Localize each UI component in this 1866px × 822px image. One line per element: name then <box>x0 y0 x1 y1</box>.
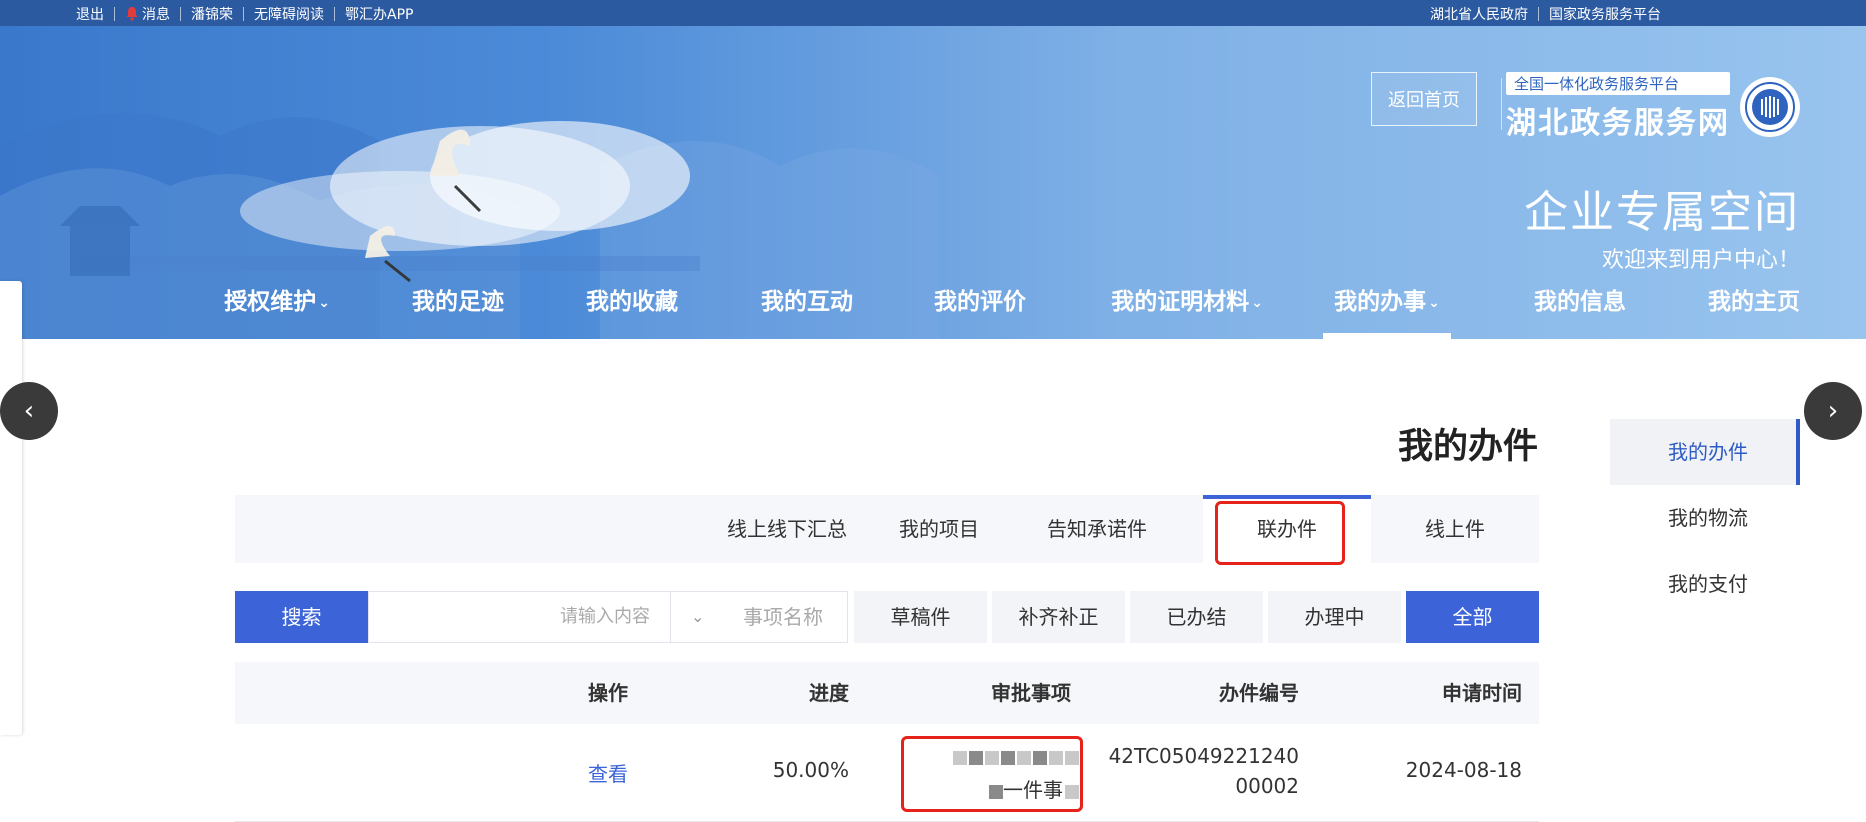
national-platform-link[interactable]: 国家政务服务平台 <box>1539 4 1671 24</box>
col-action: 操作 <box>588 681 628 705</box>
nav-label: 授权维护 <box>224 289 317 315</box>
content-title: 我的办件 <box>1397 427 1538 467</box>
nav-my-reviews[interactable]: 我的评价 <box>934 278 1026 339</box>
filter-processing[interactable]: 办理中 <box>1268 591 1401 643</box>
sidebar-menu: 我的办件 我的物流 我的支付 <box>1610 419 1800 617</box>
table-header: 申请时间 办件编号 审批事项 进度 操作 <box>235 662 1539 724</box>
highlight-box <box>901 736 1083 812</box>
nav-active-indicator <box>1323 333 1451 339</box>
chevron-left-icon: ‹ <box>23 396 35 426</box>
page-heading: 企业专属空间 <box>1524 187 1800 238</box>
sidebar-item-my-payments[interactable]: 我的支付 <box>1610 551 1800 617</box>
col-code: 办件编号 <box>1219 681 1299 705</box>
search-input[interactable]: 请输入内容 <box>368 591 671 643</box>
chevron-down-icon: ⌄ <box>1251 295 1263 311</box>
chevron-down-icon: ⌄ <box>318 295 330 311</box>
tab-online[interactable]: 线上件 <box>1371 495 1539 563</box>
nav-my-interactions[interactable]: 我的互动 <box>761 278 853 339</box>
carousel-next-button[interactable]: › <box>1804 382 1862 440</box>
nav-my-footprints[interactable]: 我的足迹 <box>412 278 504 339</box>
back-home-button[interactable]: 返回首页 <box>1371 72 1477 126</box>
top-utility-bar: 国家政务服务平台 湖北省人民政府 鄂汇办APP 无障碍阅读 潘锦荣 消息 退出 <box>0 0 1866 26</box>
status-filters: 全部 办理中 已办结 补齐补正 草稿件 事项名称 ⌄ 请输入内容 搜索 <box>235 591 1539 643</box>
tab-summary[interactable]: 线上线下汇总 <box>703 495 871 563</box>
filter-supplement[interactable]: 补齐补正 <box>992 591 1125 643</box>
cell-code-line1: 42TC05049221240 <box>1108 744 1299 768</box>
carousel-prev-button[interactable]: ‹ <box>0 382 58 440</box>
app-link[interactable]: 鄂汇办APP <box>335 4 423 24</box>
col-date: 申请时间 <box>1442 681 1522 705</box>
col-item: 审批事项 <box>991 681 1071 705</box>
logo-emblem-icon <box>1740 77 1800 137</box>
filter-drafts[interactable]: 草稿件 <box>854 591 987 643</box>
header-divider <box>1501 78 1502 130</box>
logout-link[interactable]: 退出 <box>66 4 114 24</box>
username-link[interactable]: 潘锦荣 <box>181 4 243 24</box>
cell-date: 2024-08-18 <box>1405 758 1522 782</box>
highlight-box <box>1215 501 1345 565</box>
chevron-down-icon: ⌄ <box>1428 295 1440 311</box>
main-nav: 我的主页 我的信息 我的办事 ⌄ 我的证明材料 ⌄ 我的评价 我的互动 我的收藏 我… <box>0 278 1866 339</box>
filter-all[interactable]: 全部 <box>1406 591 1539 643</box>
sidebar-item-my-cases[interactable]: 我的办件 <box>1610 419 1800 485</box>
header-banner: 全国一体化政务服务平台 湖北政务服务网 返回首页 企业专属空间 欢迎来到用户中心… <box>0 26 1866 339</box>
logo-title: 湖北政务服务网 <box>1506 106 1730 141</box>
nav-label: 我的评价 <box>934 289 1026 315</box>
view-link[interactable]: 查看 <box>588 758 628 787</box>
nav-label: 我的主页 <box>1708 289 1800 315</box>
col-progress: 进度 <box>809 681 849 705</box>
tab-my-projects[interactable]: 我的项目 <box>879 495 999 563</box>
chevron-down-icon: ⌄ <box>691 607 705 626</box>
nav-my-favorites[interactable]: 我的收藏 <box>586 278 678 339</box>
nav-label: 我的证明材料 <box>1111 289 1250 315</box>
case-type-tabs: 线上件 联办件 告知承诺件 我的项目 线上线下汇总 <box>235 495 1539 565</box>
nav-my-certificates[interactable]: 我的证明材料 ⌄ <box>1111 278 1263 339</box>
nav-my-affairs[interactable]: 我的办事 ⌄ <box>1323 278 1451 339</box>
top-right-links: 鄂汇办APP 无障碍阅读 潘锦荣 消息 退出 <box>66 4 423 24</box>
site-logo[interactable]: 全国一体化政务服务平台 湖北政务服务网 <box>1506 72 1800 142</box>
nav-label: 我的收藏 <box>586 289 678 315</box>
tab-commitment[interactable]: 告知承诺件 <box>1007 495 1187 563</box>
accessibility-link[interactable]: 无障碍阅读 <box>244 4 334 24</box>
nav-label: 我的办事 <box>1334 289 1427 315</box>
cell-code-line2: 00002 <box>1235 774 1299 798</box>
nav-my-info[interactable]: 我的信息 <box>1534 278 1626 339</box>
nav-label: 我的信息 <box>1534 289 1626 315</box>
top-left-links: 国家政务服务平台 湖北省人民政府 <box>1420 4 1671 24</box>
messages-label: 消息 <box>142 7 170 23</box>
filter-completed[interactable]: 已办结 <box>1130 591 1263 643</box>
nav-label: 我的足迹 <box>412 289 504 315</box>
welcome-text: 欢迎来到用户中心！ <box>1601 248 1800 273</box>
nav-my-home[interactable]: 我的主页 <box>1708 278 1800 339</box>
messages-link[interactable]: 消息 <box>115 4 180 24</box>
sidebar-item-my-logistics[interactable]: 我的物流 <box>1610 485 1800 551</box>
search-button[interactable]: 搜索 <box>235 591 368 643</box>
nav-authorization[interactable]: 授权维护 ⌄ <box>224 278 330 339</box>
cell-progress: 50.00% <box>772 758 849 782</box>
table-row: 2024-08-18 42TC05049221240 00002 一件事 50.… <box>235 724 1539 822</box>
nav-label: 我的互动 <box>761 289 853 315</box>
side-float-panel[interactable] <box>0 281 22 735</box>
logo-subtitle: 全国一体化政务服务平台 <box>1506 72 1730 95</box>
bell-icon <box>126 7 138 21</box>
select-value: 事项名称 <box>743 605 823 629</box>
search-field-select[interactable]: 事项名称 ⌄ <box>670 591 848 643</box>
hubei-gov-link[interactable]: 湖北省人民政府 <box>1420 4 1538 24</box>
chevron-right-icon: › <box>1827 396 1839 426</box>
logo-text: 全国一体化政务服务平台 湖北政务服务网 <box>1506 72 1730 142</box>
